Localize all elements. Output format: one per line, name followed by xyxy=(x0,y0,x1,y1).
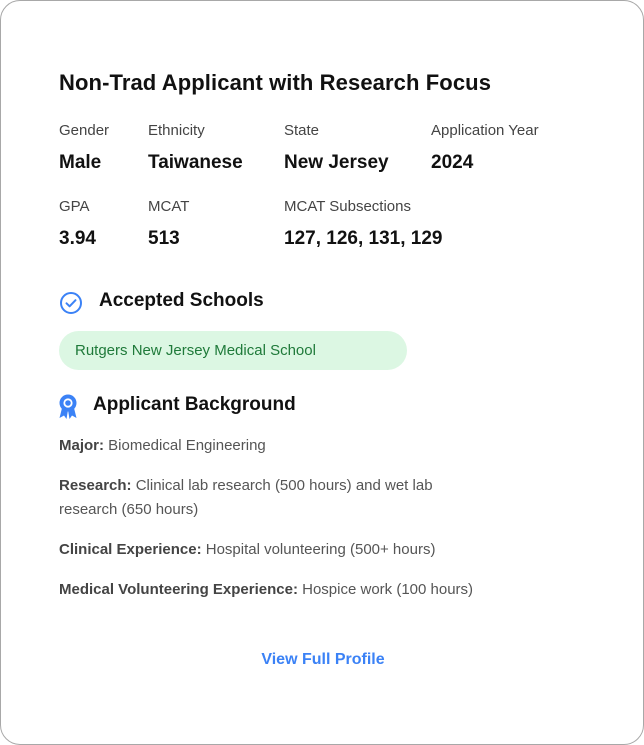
mcat-value: 513 xyxy=(148,228,180,249)
background-item-volunteering: Medical Volunteering Experience: Hospice… xyxy=(59,578,479,602)
background-item-text: Hospice work (100 hours) xyxy=(297,581,474,598)
state-label: State xyxy=(284,122,320,139)
gender-value: Male xyxy=(59,152,102,173)
gpa-label: GPA xyxy=(59,198,90,215)
accepted-schools-title: Accepted Schools xyxy=(99,290,264,311)
background-item-label: Clinical Experience: xyxy=(59,541,202,558)
application-year-value: 2024 xyxy=(431,152,474,173)
background-item-text: Hospital volunteering (500+ hours) xyxy=(201,541,436,558)
mcat-label: MCAT xyxy=(148,198,190,215)
gender-label: Gender xyxy=(59,122,110,139)
background-item-label: Research: xyxy=(59,477,132,494)
mcat-subsections-value: 127, 126, 131, 129 xyxy=(284,228,443,249)
mcat-subsections-label: MCAT Subsections xyxy=(284,198,411,215)
gpa-value: 3.94 xyxy=(59,228,96,249)
applicant-background-title: Applicant Background xyxy=(93,394,296,415)
ethnicity-value: Taiwanese xyxy=(148,152,243,173)
accepted-school-badge: Rutgers New Jersey Medical School xyxy=(59,331,407,370)
background-item-research: Research: Clinical lab research (500 hou… xyxy=(59,474,479,522)
check-circle-icon xyxy=(59,291,83,320)
award-ribbon-icon xyxy=(57,394,79,425)
background-item-label: Major: xyxy=(59,437,104,454)
background-item-clinical: Clinical Experience: Hospital volunteeri… xyxy=(59,538,479,562)
background-item-label: Medical Volunteering Experience: xyxy=(59,581,298,598)
application-year-label: Application Year xyxy=(431,122,539,139)
profile-title: Non-Trad Applicant with Research Focus xyxy=(59,70,492,95)
view-full-profile-link[interactable]: View Full Profile xyxy=(1,651,644,669)
background-item-text: Biomedical Engineering xyxy=(104,437,266,454)
background-item-major: Major: Biomedical Engineering xyxy=(59,434,479,458)
state-value: New Jersey xyxy=(284,152,389,173)
applicant-card: Non-Trad Applicant with Research Focus G… xyxy=(0,0,644,745)
ethnicity-label: Ethnicity xyxy=(148,122,205,139)
